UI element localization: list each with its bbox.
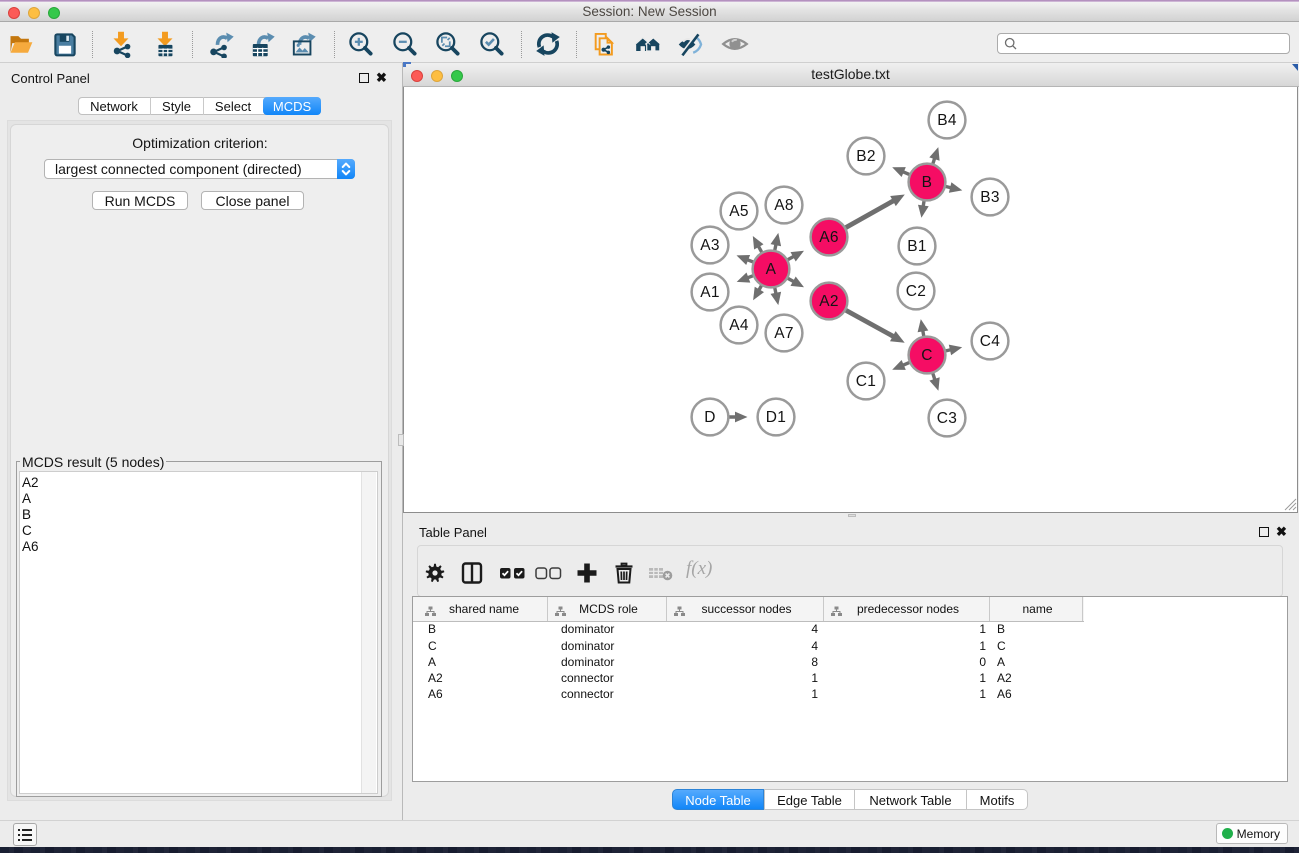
svg-text:A7: A7 (774, 325, 794, 342)
svg-text:B2: B2 (856, 148, 876, 165)
svg-text:A: A (766, 261, 777, 278)
svg-text:A5: A5 (729, 203, 749, 220)
svg-text:B4: B4 (937, 112, 957, 129)
svg-text:C4: C4 (980, 333, 1000, 350)
svg-text:A3: A3 (700, 237, 720, 254)
svg-text:A2: A2 (819, 293, 839, 310)
svg-text:B3: B3 (980, 189, 1000, 206)
svg-text:C: C (921, 347, 933, 364)
svg-text:A8: A8 (774, 197, 794, 214)
svg-text:C3: C3 (937, 410, 957, 427)
svg-text:D: D (704, 409, 716, 426)
svg-text:A6: A6 (819, 229, 839, 246)
svg-text:C2: C2 (906, 283, 926, 300)
svg-text:B1: B1 (907, 238, 927, 255)
svg-text:A4: A4 (729, 317, 749, 334)
svg-text:D1: D1 (766, 409, 786, 426)
svg-text:B: B (922, 174, 933, 191)
svg-text:A1: A1 (700, 284, 720, 301)
svg-text:C1: C1 (856, 373, 876, 390)
